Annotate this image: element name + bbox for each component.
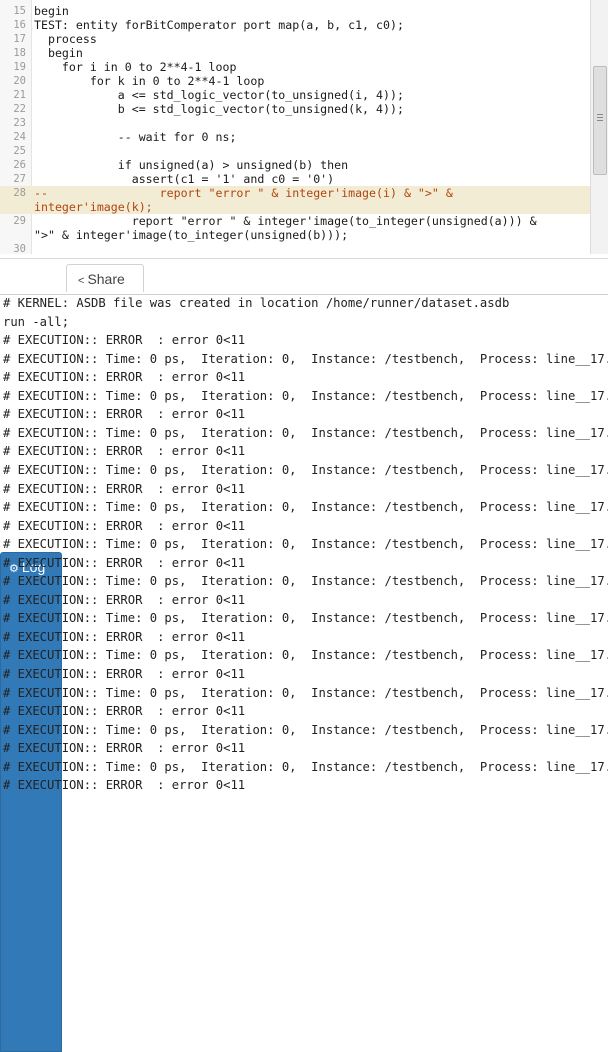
code-text: TEST: entity forBitComperator port map(a… (34, 18, 404, 32)
code-text-wrapped: ">" & integer'image(to_integer(unsigned(… (34, 228, 349, 242)
line-number: 28 (13, 187, 26, 199)
code-line[interactable]: 21 a <= std_logic_vector(to_unsigned(i, … (0, 88, 590, 102)
line-number: 19 (13, 61, 26, 73)
log-line: # EXECUTION:: ERROR : error 0<11 (3, 629, 246, 644)
log-line: # EXECUTION:: Time: 0 ps, Iteration: 0, … (3, 759, 608, 774)
code-lines[interactable]: 1415begin16TEST: entity forBitComperator… (0, 0, 590, 254)
log-line: # EXECUTION:: ERROR : error 0<11 (3, 481, 246, 496)
code-text: report "error " & integer'image(to_integ… (34, 214, 537, 228)
log-line: run -all; (3, 314, 70, 329)
code-text: b <= std_logic_vector(to_unsigned(k, 4))… (34, 102, 404, 116)
log-line: # EXECUTION:: Time: 0 ps, Iteration: 0, … (3, 648, 608, 663)
log-line: # EXECUTION:: ERROR : error 0<11 (3, 555, 246, 570)
log-line: # EXECUTION:: ERROR : error 0<11 (3, 704, 246, 719)
code-line[interactable]: 30 (0, 242, 590, 254)
log-line: # EXECUTION:: ERROR : error 0<11 (3, 444, 246, 459)
output-tab-bar: ⚙ Log < Share (0, 258, 608, 1052)
code-text: assert(c1 = '1' and c0 = '0') (34, 172, 335, 186)
log-line: # EXECUTION:: ERROR : error 0<11 (3, 592, 246, 607)
code-line[interactable]: 18 begin (0, 46, 590, 60)
code-line[interactable]: 17 process (0, 32, 590, 46)
code-line[interactable]: 22 b <= std_logic_vector(to_unsigned(k, … (0, 102, 590, 116)
code-line[interactable]: 25 (0, 144, 590, 158)
code-text: if unsigned(a) > unsigned(b) then (34, 158, 349, 172)
code-line[interactable]: 23 (0, 116, 590, 130)
log-line: # EXECUTION:: ERROR : error 0<11 (3, 518, 246, 533)
code-line[interactable]: 28 -- report "error " & integer'image(i) … (0, 186, 590, 214)
line-number: 24 (13, 131, 26, 143)
line-number: 29 (13, 215, 26, 227)
code-text: for i in 0 to 2**4-1 loop (34, 60, 237, 74)
code-line[interactable]: 29 report "error " & integer'image(to_in… (0, 214, 590, 242)
code-text: begin (34, 4, 69, 18)
line-number: 17 (13, 33, 26, 45)
code-line[interactable]: 16 TEST: entity forBitComperator port map… (0, 18, 590, 32)
log-output: # KERNEL: ASDB file was created in locat… (0, 293, 608, 793)
code-text: for k in 0 to 2**4-1 loop (34, 74, 265, 88)
log-line: # EXECUTION:: ERROR : error 0<11 (3, 667, 246, 681)
share-icon: < (78, 275, 85, 287)
tab-share[interactable]: < Share (66, 264, 144, 292)
line-number: 21 (13, 89, 26, 101)
log-line: # EXECUTION:: Time: 0 ps, Iteration: 0, … (3, 462, 608, 477)
log-line: # EXECUTION:: Time: 0 ps, Iteration: 0, … (3, 574, 608, 589)
line-number: 15 (13, 5, 26, 17)
line-number: 26 (13, 159, 26, 171)
line-number: 30 (13, 243, 26, 254)
code-line[interactable]: 19 for i in 0 to 2**4-1 loop (0, 60, 590, 74)
log-line: # EXECUTION:: ERROR : error 0<11 (3, 407, 246, 422)
code-line[interactable]: 27 assert(c1 = '1' and c0 = '0') (0, 172, 590, 186)
log-line: # EXECUTION:: Time: 0 ps, Iteration: 0, … (3, 500, 608, 515)
log-line: # EXECUTION:: Time: 0 ps, Iteration: 0, … (3, 685, 608, 700)
line-number: 27 (13, 173, 26, 185)
code-line[interactable]: 26 if unsigned(a) > unsigned(b) then (0, 158, 590, 172)
code-editor[interactable]: 1415begin16TEST: entity forBitComperator… (0, 0, 608, 254)
code-text: process (34, 32, 97, 46)
code-text-wrapped: integer'image(k); (34, 200, 153, 214)
log-line: # EXECUTION:: Time: 0 ps, Iteration: 0, … (3, 425, 608, 440)
log-line: # KERNEL: ASDB file was created in locat… (3, 296, 510, 310)
log-line: # EXECUTION:: Time: 0 ps, Iteration: 0, … (3, 722, 608, 737)
code-text: a <= std_logic_vector(to_unsigned(i, 4))… (34, 88, 404, 102)
log-line: # EXECUTION:: ERROR : error 0<11 (3, 333, 246, 348)
line-number: 23 (13, 117, 26, 129)
log-line: # EXECUTION:: Time: 0 ps, Iteration: 0, … (3, 388, 608, 403)
log-line: # EXECUTION:: ERROR : error 0<11 (3, 778, 246, 793)
log-line: # EXECUTION:: Time: 0 ps, Iteration: 0, … (3, 351, 608, 366)
line-number: 25 (13, 145, 26, 157)
code-text: -- wait for 0 ns; (34, 130, 237, 144)
scrollbar-grip-icon (597, 114, 603, 115)
line-number: 22 (13, 103, 26, 115)
line-number: 20 (13, 75, 26, 87)
log-line: # EXECUTION:: Time: 0 ps, Iteration: 0, … (3, 537, 608, 552)
editor-scrollbar-thumb[interactable] (593, 66, 607, 175)
line-number: 16 (13, 19, 26, 31)
code-text: -- report "error " & integer'image(i) & … (34, 186, 453, 200)
code-line[interactable]: 20 for k in 0 to 2**4-1 loop (0, 74, 590, 88)
code-line[interactable]: 24 -- wait for 0 ns; (0, 130, 590, 144)
log-line: # EXECUTION:: ERROR : error 0<11 (3, 370, 246, 385)
code-line[interactable]: 15 begin (0, 4, 590, 18)
log-line: # EXECUTION:: Time: 0 ps, Iteration: 0, … (3, 611, 608, 626)
code-text: begin (34, 46, 83, 60)
line-number: 18 (13, 47, 26, 59)
log-line: # EXECUTION:: ERROR : error 0<11 (3, 741, 246, 756)
tab-share-label: Share (87, 271, 125, 287)
